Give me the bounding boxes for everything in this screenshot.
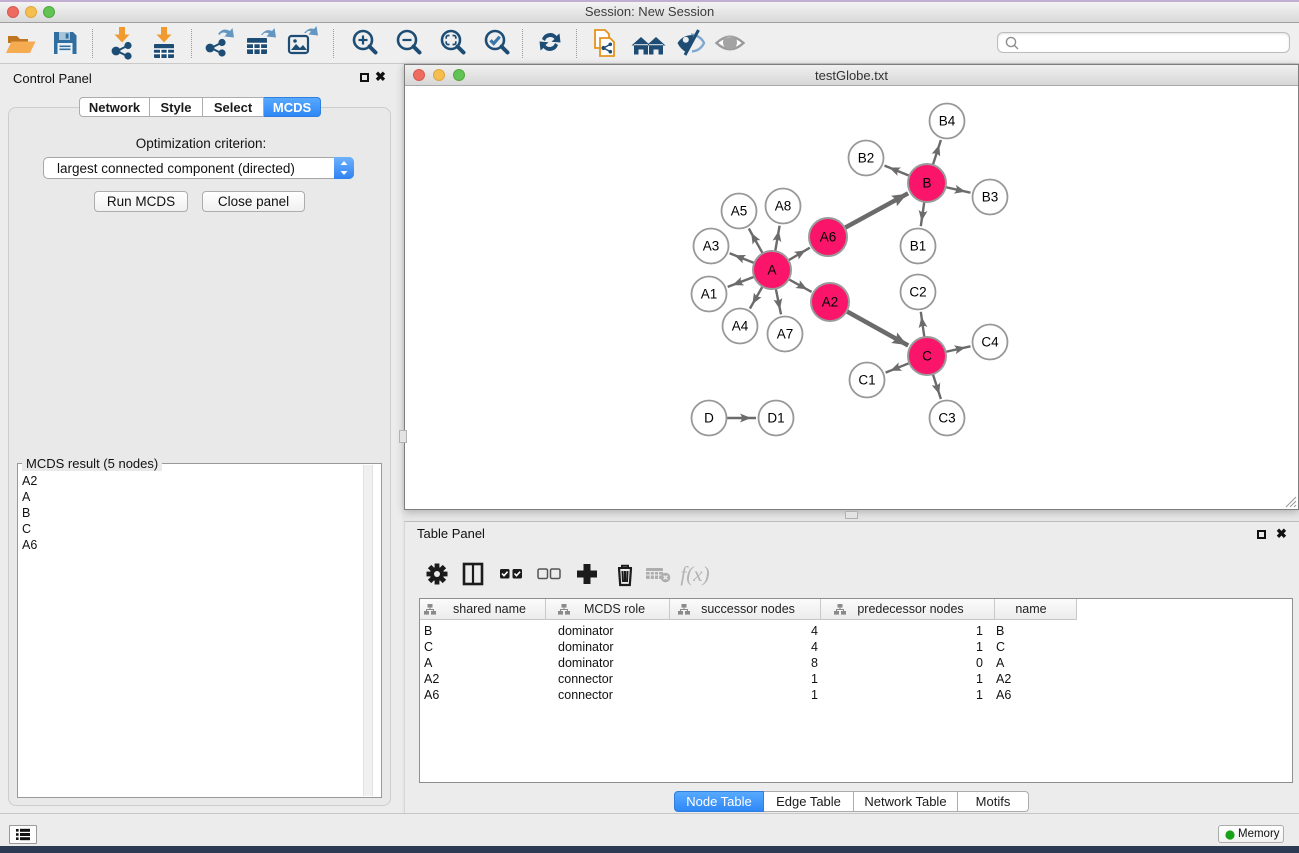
svg-text:C1: C1 <box>858 373 875 388</box>
svg-text:A7: A7 <box>777 327 794 342</box>
svg-text:B2: B2 <box>858 151 875 166</box>
svg-text:B4: B4 <box>939 114 956 129</box>
svg-text:C: C <box>922 349 932 364</box>
svg-text:A5: A5 <box>731 204 748 219</box>
svg-text:f(x): f(x) <box>680 562 709 586</box>
svg-text:A2: A2 <box>822 295 839 310</box>
svg-text:B: B <box>922 176 931 191</box>
svg-text:A: A <box>767 263 776 278</box>
svg-text:B1: B1 <box>910 239 927 254</box>
svg-text:C3: C3 <box>938 411 955 426</box>
svg-text:B3: B3 <box>982 190 999 205</box>
svg-text:C2: C2 <box>909 285 926 300</box>
svg-text:A8: A8 <box>775 199 792 214</box>
svg-text:D: D <box>704 411 714 426</box>
svg-text:A1: A1 <box>701 287 718 302</box>
svg-text:A4: A4 <box>732 319 749 334</box>
svg-text:C4: C4 <box>981 335 999 350</box>
svg-text:D1: D1 <box>767 411 784 426</box>
svg-text:A6: A6 <box>820 230 837 245</box>
svg-text:A3: A3 <box>703 239 720 254</box>
